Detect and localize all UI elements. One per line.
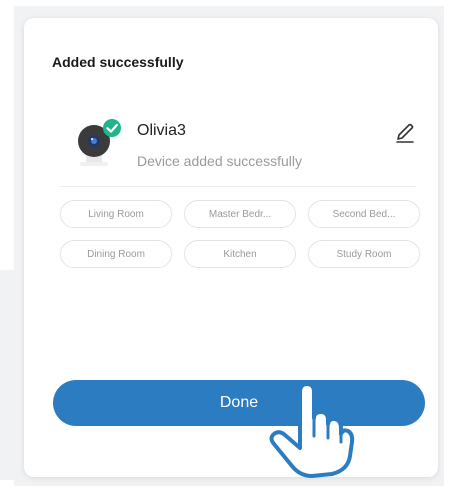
dialog-title: Added successfully	[52, 54, 184, 70]
room-chip-second-bedroom[interactable]: Second Bed...	[308, 200, 420, 228]
device-name: Olivia3	[137, 122, 186, 139]
device-status: Device added successfully	[137, 153, 302, 169]
room-chip-kitchen[interactable]: Kitchen	[184, 240, 296, 268]
done-button[interactable]: Done	[53, 380, 425, 426]
room-chip-dining-room[interactable]: Dining Room	[60, 240, 172, 268]
edit-icon[interactable]	[394, 122, 416, 144]
room-chip-study-room[interactable]: Study Room	[308, 240, 420, 268]
room-chip-master-bedroom[interactable]: Master Bedr...	[184, 200, 296, 228]
room-chip-living-room[interactable]: Living Room	[60, 200, 172, 228]
divider	[60, 186, 416, 187]
success-dialog: Added successfully Olivia3 Device added …	[24, 18, 438, 477]
camera-icon	[78, 119, 121, 166]
check-badge-icon	[103, 119, 121, 137]
room-chip-list: Living Room Master Bedr... Second Bed...…	[60, 200, 420, 268]
pointer-hand-icon	[269, 382, 355, 478]
